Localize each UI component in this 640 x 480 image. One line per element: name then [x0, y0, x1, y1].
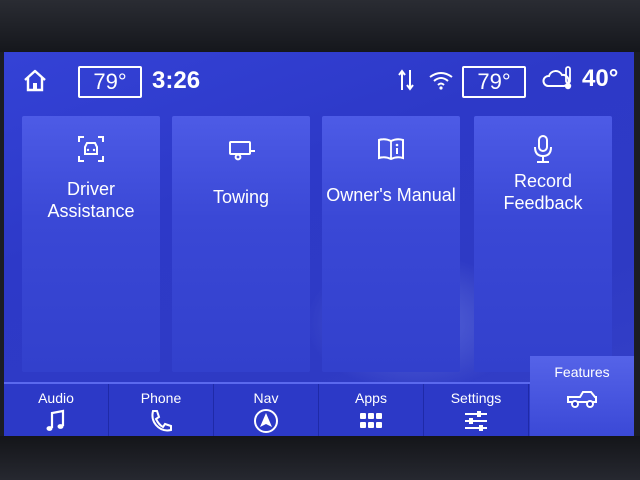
- bezel-top: [0, 0, 640, 52]
- home-icon[interactable]: [22, 68, 48, 92]
- nav-label: Apps: [355, 390, 387, 406]
- nav-label: Settings: [450, 390, 502, 406]
- bottom-nav: Audio Phone Nav Apps Settings Features: [4, 356, 634, 436]
- nav-nav[interactable]: Nav: [214, 384, 319, 436]
- navigation-arrow-icon: [254, 409, 278, 433]
- tile-label: Driver Assistance: [47, 179, 135, 221]
- truck-icon: [567, 391, 597, 408]
- driver-temp-button[interactable]: 79°: [78, 66, 142, 98]
- signal-arrows-icon: [398, 69, 414, 91]
- driver-assistance-tile[interactable]: Driver Assistance: [22, 116, 160, 372]
- nav-label: Nav: [253, 390, 279, 406]
- bezel-bottom: [0, 436, 640, 480]
- trailer-icon: [229, 141, 255, 161]
- driver-assist-icon: [78, 136, 104, 162]
- clock: 3:26: [152, 67, 201, 94]
- record-feedback-tile[interactable]: Record Feedback: [474, 116, 612, 372]
- wifi-icon: [429, 72, 453, 90]
- nav-phone[interactable]: Phone: [109, 384, 214, 436]
- owners-manual-tile[interactable]: Owner's Manual: [322, 116, 460, 372]
- tile-label: Owner's Manual: [326, 185, 456, 205]
- sliders-icon: [465, 411, 487, 431]
- microphone-icon: [534, 135, 552, 163]
- status-bar: 79° 3:26 79° 40°: [4, 52, 634, 108]
- passenger-temp-button[interactable]: 79°: [462, 66, 526, 98]
- nav-audio[interactable]: Audio: [4, 384, 109, 436]
- nav-label: Features: [554, 364, 610, 380]
- book-info-icon: [378, 138, 404, 161]
- tile-label: Record Feedback: [503, 171, 583, 213]
- weather-thermometer-icon: [542, 66, 572, 90]
- outside-temp: 40°: [582, 65, 619, 92]
- tile-label: Towing: [212, 187, 270, 207]
- nav-settings[interactable]: Settings: [424, 384, 529, 436]
- towing-tile[interactable]: Towing: [172, 116, 310, 372]
- apps-grid-icon: [360, 413, 382, 428]
- nav-label: Audio: [38, 390, 74, 406]
- nav-features[interactable]: Features: [530, 356, 634, 436]
- phone-icon: [151, 410, 172, 432]
- nav-apps[interactable]: Apps: [319, 384, 424, 436]
- sync-screen: 79° 3:26 79° 40° Driver Assistance Towin…: [4, 52, 634, 436]
- music-note-icon: [46, 409, 65, 431]
- nav-label: Phone: [140, 390, 182, 406]
